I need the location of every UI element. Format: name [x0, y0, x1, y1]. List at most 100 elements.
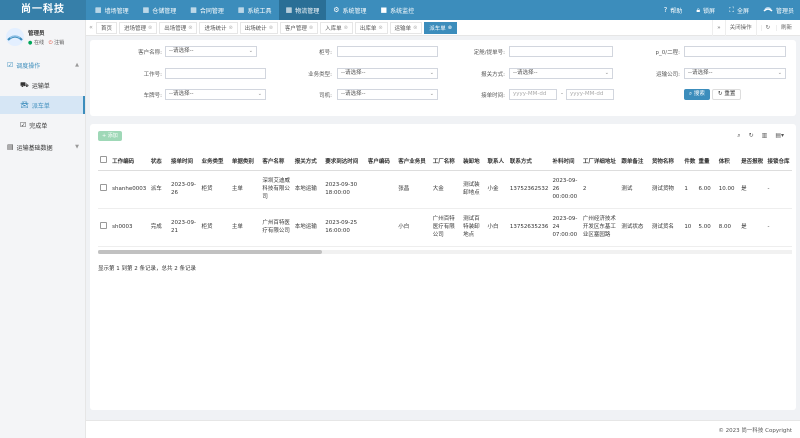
- tab-dispatch[interactable]: 派车单 ⊗: [424, 21, 457, 34]
- sidebar-item-dispatch-order[interactable]: 🚘︎ 派车单: [0, 96, 85, 114]
- column-header[interactable]: 联系方式: [507, 152, 551, 171]
- column-header[interactable]: 单据类别: [229, 152, 261, 171]
- tabs-scroll-left-icon[interactable]: «: [86, 24, 96, 31]
- column-header[interactable]: 体积: [716, 152, 740, 171]
- sidebar-group-transport-data[interactable]: ▤ 运输基础数据 ▼: [0, 138, 85, 156]
- logout-icon[interactable]: ⏻: [49, 40, 53, 46]
- column-header[interactable]: 跟单备注: [619, 152, 650, 171]
- sidebar-item-completed-order[interactable]: ☑ 完成单: [0, 116, 85, 134]
- customs-select[interactable]: --请选择-- ⌄: [509, 68, 613, 79]
- close-icon[interactable]: ⊗: [148, 25, 152, 31]
- pod-input[interactable]: [684, 46, 786, 57]
- row-select-cell[interactable]: [98, 208, 111, 247]
- biz-select[interactable]: --请选择-- ⌄: [337, 68, 438, 79]
- row-checkbox[interactable]: [100, 184, 107, 191]
- reset-button[interactable]: ↻ 重置: [712, 89, 742, 100]
- close-icon[interactable]: ⊗: [378, 25, 382, 31]
- plate-select[interactable]: --请选择-- ⌄: [165, 89, 266, 100]
- column-header[interactable]: 报关方式: [292, 152, 324, 171]
- tab-customers[interactable]: 客户管理 ⊗: [279, 21, 319, 34]
- select-all-checkbox[interactable]: [100, 156, 107, 164]
- column-header[interactable]: 客户业务员: [396, 152, 431, 171]
- tab-exit[interactable]: 出场管理 ⊗: [159, 21, 198, 34]
- column-header[interactable]: 件数: [682, 152, 697, 171]
- refresh-icon[interactable]: ↻: [749, 132, 754, 140]
- scrollbar-thumb[interactable]: [98, 250, 322, 254]
- search-button[interactable]: ⌕ 搜索: [684, 89, 710, 100]
- topnav-item-monitor[interactable]: ■ 系统监控: [374, 0, 422, 20]
- horizontal-scrollbar[interactable]: [98, 250, 792, 254]
- column-header[interactable]: 接锁仓库: [765, 152, 792, 171]
- column-header[interactable]: 状态: [148, 152, 169, 171]
- user-menu[interactable]: 管理员: [763, 4, 794, 16]
- tabs-scroll-right-icon[interactable]: »: [712, 20, 724, 36]
- column-header[interactable]: 要求到达时间: [323, 152, 366, 171]
- close-icon[interactable]: ⊗: [448, 25, 452, 31]
- tab-exit-stats[interactable]: 出场统计 ⊗: [239, 21, 278, 34]
- add-button[interactable]: + 添加: [98, 131, 122, 141]
- column-header[interactable]: 工作编码: [110, 152, 149, 171]
- sidebar-group-dispatch[interactable]: ☑ 调度操作 ▲: [0, 56, 85, 74]
- column-header[interactable]: 货物名称: [649, 152, 683, 171]
- column-header[interactable]: 工厂详细地址: [580, 152, 620, 171]
- table-row[interactable]: sh0003 完成 2023-09-21 柜货 主单 广州百特医疗有限公司 本地…: [98, 208, 792, 247]
- time-from-input[interactable]: yyyy-MM-dd: [509, 89, 557, 100]
- table-cell: 2: [580, 170, 620, 209]
- topnav-item-logistics[interactable]: ▦ 物流管理: [278, 0, 327, 20]
- export-icon[interactable]: ▤▾: [775, 132, 784, 140]
- tab-entry-stats[interactable]: 进场统计 ⊗: [199, 21, 238, 34]
- close-icon[interactable]: ⊗: [188, 25, 192, 31]
- carrier-select[interactable]: --请选择-- ⌄: [684, 68, 786, 79]
- fullscreen-button[interactable]: ⛶ 全屏: [729, 6, 749, 15]
- tab-entry[interactable]: 进场管理 ⊗: [119, 21, 158, 34]
- search-icon[interactable]: ⌕: [737, 132, 740, 140]
- topnav-item-tools[interactable]: ▦ 系统工具: [231, 0, 279, 20]
- table-cell: 广州百特医疗有限公司: [260, 208, 293, 247]
- time-to-input[interactable]: yyyy-MM-dd: [566, 89, 614, 100]
- close-icon[interactable]: ⊗: [269, 25, 273, 31]
- topnav-item-contract[interactable]: ▦ 合同管理: [183, 0, 231, 20]
- column-header[interactable]: 装卸地: [461, 152, 486, 171]
- table-cell: 1: [682, 170, 697, 209]
- select-all-cell[interactable]: [98, 152, 111, 171]
- work-input[interactable]: [165, 68, 266, 79]
- column-header[interactable]: 客户编码: [365, 152, 397, 171]
- driver-select[interactable]: --请选择-- ⌄: [337, 89, 438, 100]
- column-header[interactable]: 客户名称: [260, 152, 293, 171]
- topnav-item-warehouse[interactable]: ▦ 仓储管理: [136, 0, 184, 20]
- sidebar-item-transport-order[interactable]: ⛟ 运输单: [0, 76, 85, 94]
- column-header[interactable]: 联系人: [485, 152, 508, 171]
- close-icon[interactable]: ⊗: [344, 25, 348, 31]
- columns-icon[interactable]: ▥: [762, 132, 768, 140]
- close-icon[interactable]: ⊗: [309, 25, 313, 31]
- app-logo[interactable]: 尚一科技: [0, 0, 86, 20]
- lock-button[interactable]: 🔒︎ 锁屏: [696, 6, 715, 15]
- plate-select-value: --请选择--: [169, 91, 194, 97]
- tab-inbound[interactable]: 入库单 ⊗: [320, 21, 353, 34]
- topnav-item-system[interactable]: ⚙ 系统管理: [326, 0, 373, 20]
- column-header[interactable]: 重量: [696, 152, 717, 171]
- table-row[interactable]: shanhe0003 派车 2023-09-26 柜货 主单 深圳艾迪威科技有限…: [98, 170, 792, 209]
- topnav-item-yard[interactable]: ▦ 墙场管理: [88, 0, 136, 20]
- row-checkbox[interactable]: [100, 222, 107, 229]
- table-cell: 派车: [148, 170, 169, 209]
- tab-transport[interactable]: 运输单 ⊗: [389, 21, 423, 34]
- column-header[interactable]: 接单时间: [169, 152, 200, 171]
- close-ops-button[interactable]: 关闭操作: [724, 20, 756, 36]
- column-header[interactable]: 工厂名称: [430, 152, 462, 171]
- box-input[interactable]: [337, 46, 438, 57]
- close-icon[interactable]: ⊗: [413, 25, 417, 31]
- refresh-button[interactable]: ↻ 刷新: [755, 20, 800, 36]
- logout-link[interactable]: 注销: [54, 40, 64, 46]
- column-header[interactable]: 补料时间: [550, 152, 581, 171]
- tab-outbound[interactable]: 出库单 ⊗: [354, 21, 388, 34]
- row-select-cell[interactable]: [98, 170, 111, 209]
- help-button[interactable]: ? 帮助: [664, 6, 683, 15]
- close-icon[interactable]: ⊗: [228, 25, 232, 31]
- customer-select[interactable]: --请选择-- ⌄: [165, 46, 257, 57]
- column-header[interactable]: 是否报税: [739, 152, 766, 171]
- tab-home[interactable]: 首页: [96, 21, 118, 34]
- page-tabs: « 首页 进场管理 ⊗ 出场管理 ⊗ 进场统计 ⊗ 出场统计 ⊗ 客户管理 ⊗ 入库单 ⊗ …: [86, 20, 800, 36]
- column-header[interactable]: 业务类型: [199, 152, 230, 171]
- booking-input[interactable]: [509, 46, 613, 57]
